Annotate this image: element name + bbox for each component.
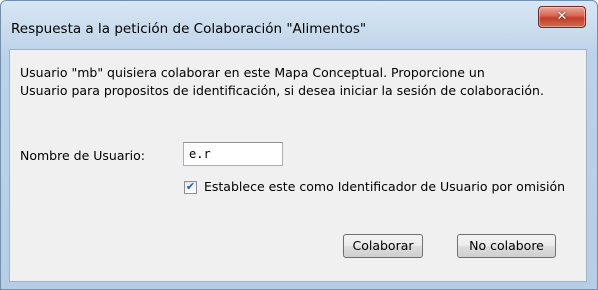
username-input[interactable] [183,142,283,166]
message-line-1: Usuario "mb" quisiera colaborar en este … [20,65,485,80]
close-button[interactable]: ✕ [538,6,586,28]
collaborate-button[interactable]: Colaborar [343,234,423,258]
default-user-checkbox-label[interactable]: Establece este como Identificador de Usu… [204,179,565,195]
message-line-2: Usuario para propositos de identificació… [20,83,544,98]
default-user-checkbox[interactable]: ✔ [184,180,197,194]
check-icon: ✔ [185,180,196,193]
decline-button[interactable]: No colabore [457,234,556,258]
close-icon: ✕ [556,9,568,24]
dialog-window: Respuesta a la petición de Colaboración … [0,0,598,290]
dialog-content: Usuario "mb" quisiera colaborar en este … [9,49,587,282]
username-label: Nombre de Usuario: [20,148,145,163]
message-text: Usuario "mb" quisiera colaborar en este … [20,64,580,100]
title-bar[interactable]: Respuesta a la petición de Colaboración … [1,1,597,49]
dialog-title: Respuesta a la petición de Colaboración … [11,21,367,37]
